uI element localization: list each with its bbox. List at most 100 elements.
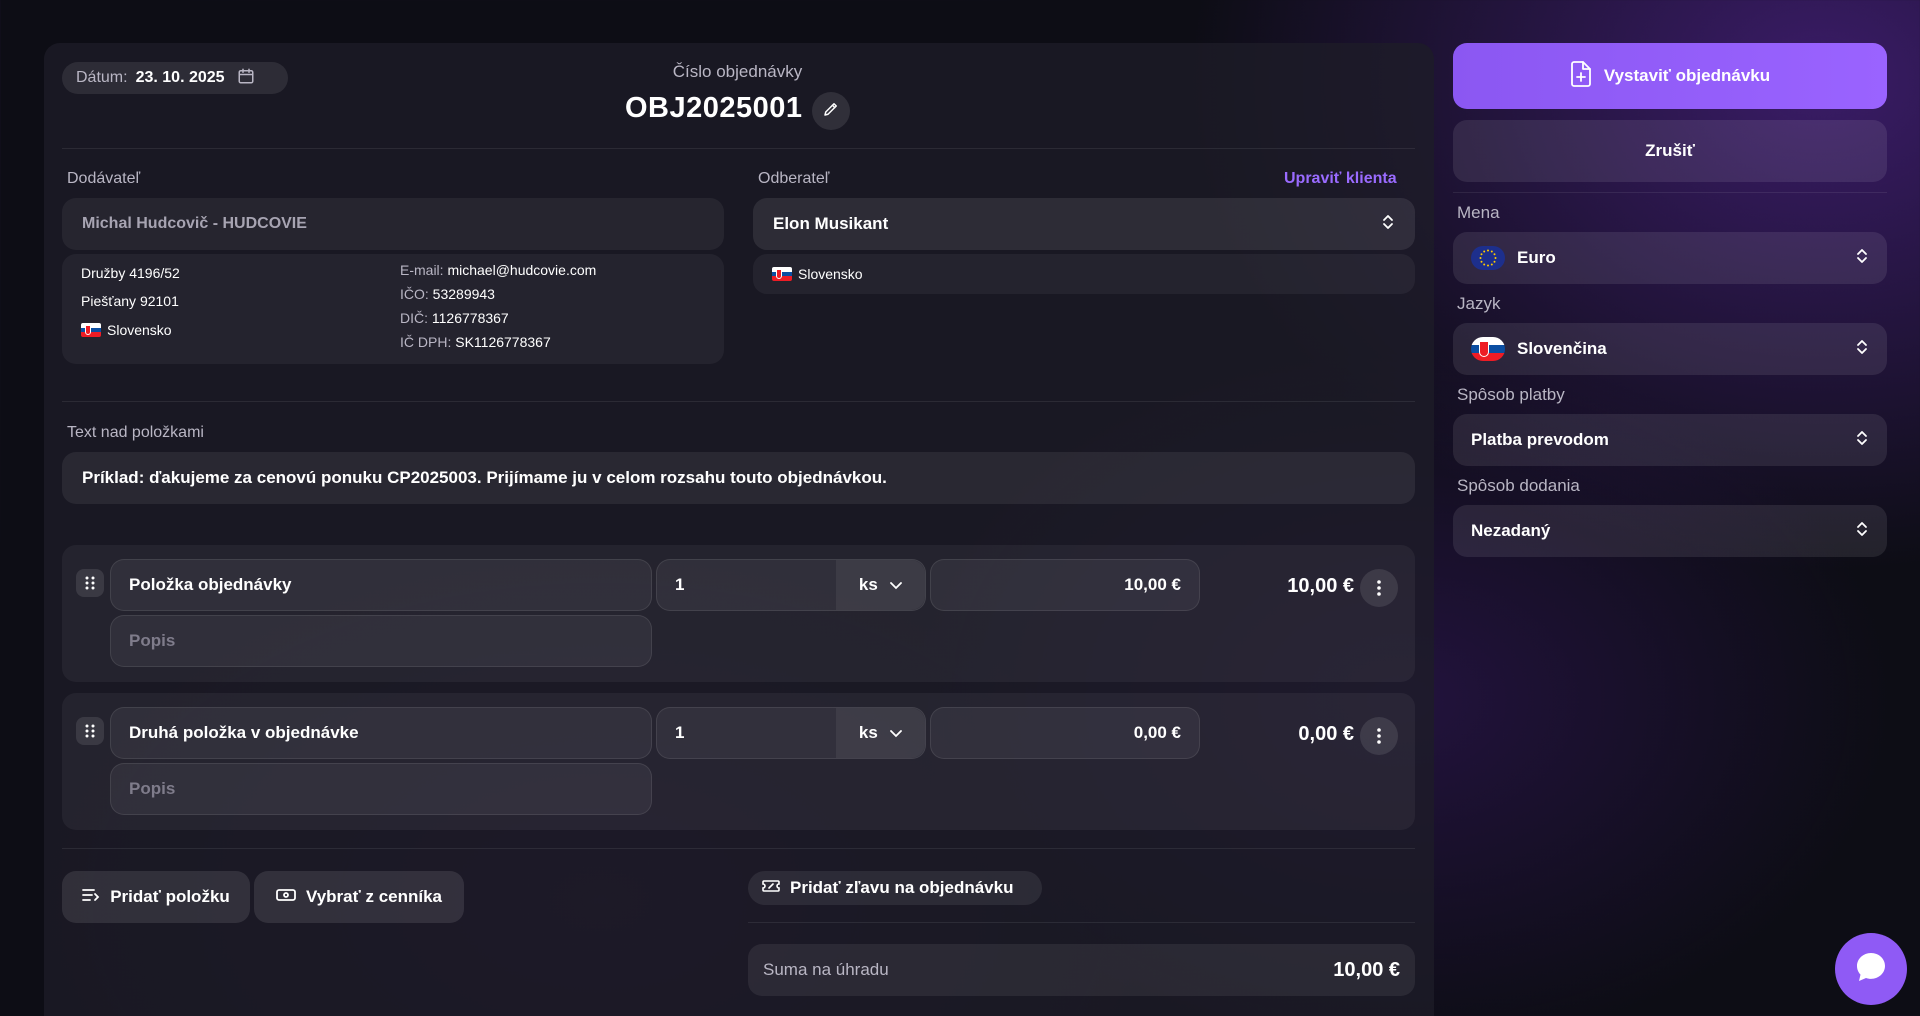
divider	[62, 401, 1415, 402]
chevron-updown-icon	[1855, 339, 1869, 360]
item-quantity-group: 1 ks	[656, 707, 926, 759]
item-name-input[interactable]: Položka objednávky	[110, 559, 652, 611]
drag-handle-icon[interactable]	[76, 569, 104, 597]
item-unit-select[interactable]: ks	[835, 560, 925, 610]
cancel-button[interactable]: Zrušiť	[1453, 120, 1887, 182]
supplier-email: E-mail: michael@hudcovie.com	[400, 262, 596, 278]
eu-flag-icon	[1471, 246, 1505, 270]
slovakia-flag-icon	[81, 323, 101, 337]
slovakia-flag-icon	[1471, 337, 1505, 361]
chevron-updown-icon	[1855, 248, 1869, 269]
add-discount-button[interactable]: Pridať zľavu na objednávku	[748, 871, 1042, 905]
date-label: Dátum:	[76, 69, 128, 86]
ico-key: IČO:	[400, 286, 429, 302]
currency-label: Mena	[1457, 203, 1500, 222]
supplier-street: Družby 4196/52	[81, 265, 180, 281]
email-key: E-mail:	[400, 262, 444, 278]
select-from-pricelist-label: Vybrať z cenníka	[305, 887, 443, 906]
delivery-method-label: Spôsob dodania	[1457, 476, 1580, 495]
supplier-country-name: Slovensko	[107, 322, 172, 338]
divider	[748, 922, 1415, 923]
total-summary: Suma na úhradu 10,00 €	[748, 944, 1415, 996]
item-name-input[interactable]: Druhá položka v objednávke	[110, 707, 652, 759]
item-unit: ks	[858, 723, 878, 742]
divider	[62, 148, 1415, 149]
order-item: Položka objednávky Popis 1 ks 10,00 € 10…	[62, 545, 1415, 682]
icdph-key: IČ DPH:	[400, 334, 452, 350]
delivery-method-select[interactable]: Nezadaný	[1453, 505, 1887, 557]
chevron-down-icon	[889, 723, 902, 743]
pencil-icon	[822, 100, 840, 123]
add-item-button[interactable]: Pridať položku	[62, 871, 250, 923]
language-select[interactable]: Slovenčina	[1453, 323, 1887, 375]
text-above-input[interactable]: Príklad: ďakujeme za cenovú ponuku CP202…	[62, 452, 1415, 504]
customer-country: Slovensko	[753, 254, 1415, 294]
text-above-label: Text nad položkami	[67, 424, 204, 441]
dic-key: DIČ:	[400, 310, 428, 326]
edit-client-link[interactable]: Upraviť klienta	[1284, 170, 1397, 188]
currency-select[interactable]: Euro	[1453, 232, 1887, 284]
chevron-updown-icon	[1381, 214, 1395, 235]
more-vertical-icon[interactable]	[1360, 569, 1398, 607]
issue-order-label: Vystaviť objednávku	[1603, 66, 1771, 85]
order-number-label: Číslo objednávky	[672, 62, 803, 81]
item-unit-price-input[interactable]: 10,00 €	[930, 559, 1200, 611]
chat-icon	[1854, 950, 1888, 989]
item-total: 10,00 €	[1287, 575, 1354, 597]
order-item: Druhá položka v objednávke Popis 1 ks 0,…	[62, 693, 1415, 830]
language-label: Jazyk	[1457, 294, 1501, 313]
supplier-ico: IČO: 53289943	[400, 286, 495, 302]
delivery-method-value: Nezadaný	[1471, 521, 1551, 540]
icdph-value: SK1126778367	[455, 334, 551, 350]
item-description-input[interactable]: Popis	[110, 763, 652, 815]
ticket-icon	[762, 878, 780, 898]
edit-order-number-button[interactable]	[812, 92, 850, 130]
dic-value: 1126778367	[431, 310, 509, 326]
file-plus-icon	[1570, 60, 1592, 92]
item-description-input[interactable]: Popis	[110, 615, 652, 667]
order-number: OBJ2025001	[625, 92, 803, 124]
total-value: 10,00 €	[1333, 958, 1400, 981]
item-total: 0,00 €	[1298, 723, 1354, 745]
supplier-country: Slovensko	[81, 322, 172, 338]
date-value: 23. 10. 2025	[135, 69, 225, 86]
customer-select[interactable]: Elon Musikant	[753, 198, 1415, 250]
order-form-panel	[44, 43, 1434, 1016]
item-quantity-input[interactable]: 1	[657, 723, 836, 743]
ico-value: 53289943	[432, 286, 495, 302]
email-value: michael@hudcovie.com	[447, 262, 597, 278]
add-discount-label: Pridať zľavu na objednávku	[790, 878, 1014, 897]
date-picker[interactable]: Dátum: 23. 10. 2025	[62, 62, 288, 94]
supplier-icdph: IČ DPH: SK1126778367	[400, 334, 551, 350]
drag-handle-icon[interactable]	[76, 717, 104, 745]
issue-order-button[interactable]: Vystaviť objednávku	[1453, 43, 1887, 109]
supplier-details: Družby 4196/52 Piešťany 92101 Slovensko …	[62, 254, 724, 364]
supplier-name-field: Michal Hudcovič - HUDCOVIE	[62, 198, 724, 250]
chevron-updown-icon	[1855, 521, 1869, 542]
item-unit-select[interactable]: ks	[835, 708, 925, 758]
select-from-pricelist-button[interactable]: Vybrať z cenníka	[254, 871, 464, 923]
currency-value: Euro	[1517, 248, 1556, 267]
item-quantity-group: 1 ks	[656, 559, 926, 611]
calendar-icon	[233, 67, 255, 90]
banknote-icon	[276, 887, 296, 907]
chat-button[interactable]	[1835, 933, 1907, 1005]
item-quantity-input[interactable]: 1	[657, 575, 836, 595]
payment-method-value: Platba prevodom	[1471, 430, 1609, 449]
customer-country-name: Slovensko	[798, 266, 863, 282]
chevron-updown-icon	[1855, 430, 1869, 451]
more-vertical-icon[interactable]	[1360, 717, 1398, 755]
chevron-down-icon	[889, 575, 902, 595]
customer-name: Elon Musikant	[773, 214, 889, 233]
supplier-dic: DIČ: 1126778367	[400, 310, 509, 326]
slovakia-flag-icon	[772, 267, 792, 281]
item-unit-price-input[interactable]: 0,00 €	[930, 707, 1200, 759]
supplier-city: Piešťany 92101	[81, 293, 179, 309]
payment-method-select[interactable]: Platba prevodom	[1453, 414, 1887, 466]
list-add-icon	[82, 887, 100, 907]
customer-label: Odberateľ	[758, 170, 830, 187]
total-label: Suma na úhradu	[763, 960, 889, 979]
divider	[62, 848, 1415, 849]
supplier-label: Dodávateľ	[67, 170, 141, 187]
divider	[1453, 192, 1887, 193]
